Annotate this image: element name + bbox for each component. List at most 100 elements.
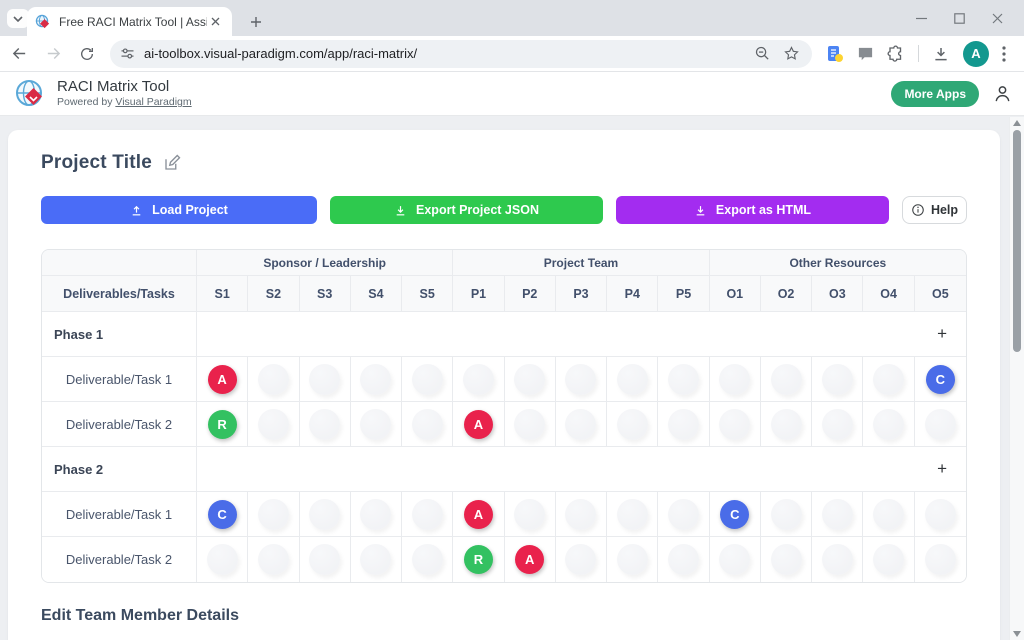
empty-raci-cell[interactable] xyxy=(771,364,802,395)
empty-raci-cell[interactable] xyxy=(668,499,699,530)
matrix-cell[interactable] xyxy=(710,357,761,402)
empty-raci-cell[interactable] xyxy=(412,409,443,440)
matrix-cell[interactable]: R xyxy=(453,537,504,582)
matrix-cell[interactable] xyxy=(863,537,914,582)
matrix-cell[interactable] xyxy=(556,357,607,402)
matrix-cell[interactable] xyxy=(556,492,607,537)
more-apps-button[interactable]: More Apps xyxy=(891,81,979,107)
new-tab-button[interactable] xyxy=(244,10,268,34)
empty-raci-cell[interactable] xyxy=(565,409,596,440)
empty-raci-cell[interactable] xyxy=(258,499,289,530)
raci-badge-r[interactable]: R xyxy=(208,410,237,439)
empty-raci-cell[interactable] xyxy=(207,544,238,575)
matrix-cell[interactable]: A xyxy=(453,492,504,537)
export-html-button[interactable]: Export as HTML xyxy=(616,196,889,224)
add-deliverable-button[interactable]: + xyxy=(937,325,947,342)
matrix-cell[interactable]: C xyxy=(710,492,761,537)
empty-raci-cell[interactable] xyxy=(309,544,340,575)
docs-extension-icon[interactable] xyxy=(826,45,844,63)
empty-raci-cell[interactable] xyxy=(873,544,904,575)
matrix-cell[interactable] xyxy=(710,402,761,447)
matrix-cell[interactable]: A xyxy=(505,537,556,582)
comment-extension-icon[interactable] xyxy=(857,45,874,62)
add-deliverable-button[interactable]: + xyxy=(937,460,947,477)
member-column-header[interactable]: O2 xyxy=(761,276,812,312)
matrix-cell[interactable] xyxy=(300,537,351,582)
browser-menu-icon[interactable] xyxy=(1002,46,1006,62)
url-text[interactable]: ai-toolbox.visual-paradigm.com/app/raci-… xyxy=(144,46,754,61)
matrix-cell[interactable] xyxy=(812,492,863,537)
reload-button[interactable] xyxy=(72,39,102,69)
empty-raci-cell[interactable] xyxy=(668,544,699,575)
empty-raci-cell[interactable] xyxy=(258,409,289,440)
empty-raci-cell[interactable] xyxy=(412,499,443,530)
raci-badge-a[interactable]: A xyxy=(464,410,493,439)
empty-raci-cell[interactable] xyxy=(719,544,750,575)
empty-raci-cell[interactable] xyxy=(719,409,750,440)
matrix-cell[interactable] xyxy=(915,402,966,447)
visual-paradigm-link[interactable]: Visual Paradigm xyxy=(115,96,191,108)
matrix-cell[interactable] xyxy=(505,357,556,402)
matrix-cell[interactable] xyxy=(402,492,453,537)
matrix-cell[interactable] xyxy=(351,357,402,402)
task-label[interactable]: Deliverable/Task 1 xyxy=(42,492,197,537)
export-json-button[interactable]: Export Project JSON xyxy=(330,196,603,224)
matrix-cell[interactable]: A xyxy=(197,357,248,402)
site-settings-icon[interactable] xyxy=(120,46,135,61)
empty-raci-cell[interactable] xyxy=(668,409,699,440)
matrix-cell[interactable] xyxy=(351,537,402,582)
url-bar[interactable]: ai-toolbox.visual-paradigm.com/app/raci-… xyxy=(110,40,812,68)
member-column-header[interactable]: S2 xyxy=(248,276,299,312)
member-column-header[interactable]: S5 xyxy=(402,276,453,312)
member-column-header[interactable]: S3 xyxy=(300,276,351,312)
empty-raci-cell[interactable] xyxy=(617,364,648,395)
empty-raci-cell[interactable] xyxy=(925,499,956,530)
matrix-cell[interactable] xyxy=(761,492,812,537)
matrix-cell[interactable] xyxy=(710,537,761,582)
empty-raci-cell[interactable] xyxy=(822,409,853,440)
task-label[interactable]: Deliverable/Task 2 xyxy=(42,402,197,447)
member-column-header[interactable]: P5 xyxy=(658,276,709,312)
matrix-cell[interactable] xyxy=(505,402,556,447)
scrollbar-thumb[interactable] xyxy=(1013,130,1021,352)
scroll-down-arrow-icon[interactable] xyxy=(1013,631,1021,637)
member-column-header[interactable]: S4 xyxy=(351,276,402,312)
empty-raci-cell[interactable] xyxy=(412,364,443,395)
empty-raci-cell[interactable] xyxy=(360,499,391,530)
matrix-cell[interactable] xyxy=(863,357,914,402)
empty-raci-cell[interactable] xyxy=(565,364,596,395)
matrix-cell[interactable] xyxy=(248,357,299,402)
member-column-header[interactable]: P1 xyxy=(453,276,504,312)
empty-raci-cell[interactable] xyxy=(360,544,391,575)
downloads-icon[interactable] xyxy=(932,45,950,63)
page-scrollbar[interactable] xyxy=(1009,117,1024,640)
load-project-button[interactable]: Load Project xyxy=(41,196,317,224)
empty-raci-cell[interactable] xyxy=(309,364,340,395)
forward-button[interactable] xyxy=(38,39,68,69)
empty-raci-cell[interactable] xyxy=(565,499,596,530)
empty-raci-cell[interactable] xyxy=(925,544,956,575)
matrix-cell[interactable] xyxy=(607,492,658,537)
member-column-header[interactable]: O5 xyxy=(915,276,966,312)
back-button[interactable] xyxy=(4,39,34,69)
empty-raci-cell[interactable] xyxy=(771,499,802,530)
bookmark-star-icon[interactable] xyxy=(783,45,800,62)
empty-raci-cell[interactable] xyxy=(771,544,802,575)
matrix-cell[interactable] xyxy=(351,492,402,537)
matrix-cell[interactable] xyxy=(761,357,812,402)
phase-label[interactable]: Phase 2 xyxy=(42,447,197,492)
empty-raci-cell[interactable] xyxy=(360,409,391,440)
matrix-cell[interactable] xyxy=(453,357,504,402)
matrix-cell[interactable] xyxy=(300,402,351,447)
matrix-cell[interactable] xyxy=(556,537,607,582)
matrix-cell[interactable] xyxy=(915,492,966,537)
empty-raci-cell[interactable] xyxy=(514,409,545,440)
empty-raci-cell[interactable] xyxy=(617,409,648,440)
matrix-cell[interactable] xyxy=(300,357,351,402)
matrix-cell[interactable] xyxy=(863,402,914,447)
task-label[interactable]: Deliverable/Task 1 xyxy=(42,357,197,402)
zoom-out-icon[interactable] xyxy=(754,45,771,62)
member-column-header[interactable]: P4 xyxy=(607,276,658,312)
member-column-header[interactable]: S1 xyxy=(197,276,248,312)
matrix-cell[interactable] xyxy=(197,537,248,582)
